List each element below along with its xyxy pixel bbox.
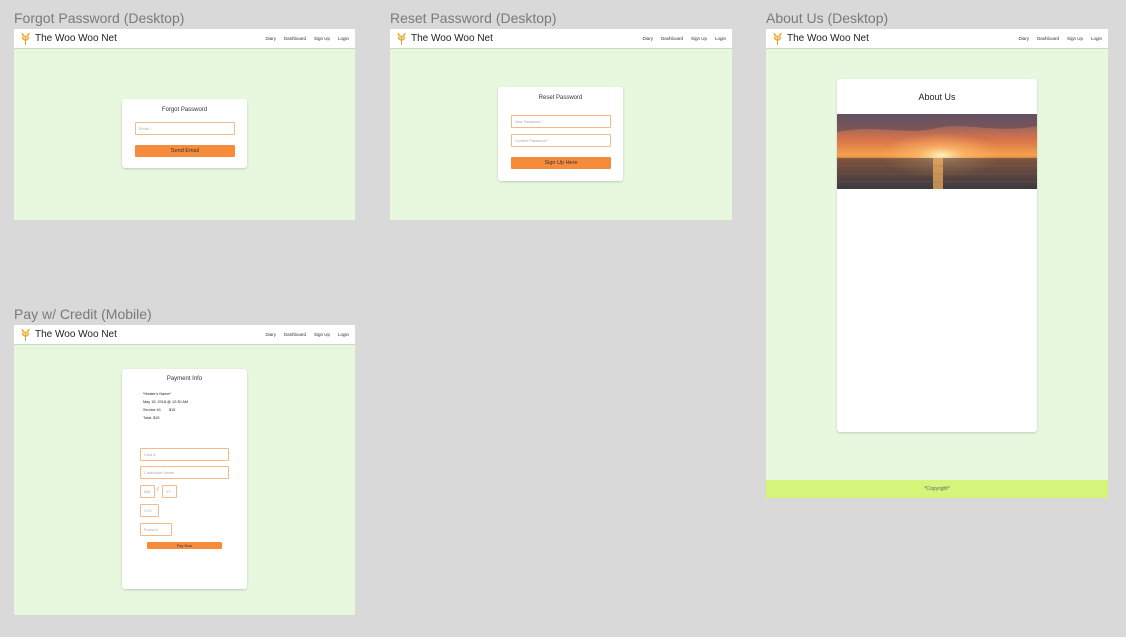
frame-title-forgot: Forgot Password (Desktop) [14, 10, 185, 26]
payment-card: Payment Info *Healer's Name* May 15, 201… [122, 369, 247, 589]
nav-links: Diary Dashboard Sign Up Login [265, 332, 349, 337]
footer: *Copyright* [766, 480, 1108, 498]
confirm-password-field[interactable]: Confirm Password * [511, 134, 611, 147]
expiry-year-field[interactable]: YY [162, 485, 177, 498]
frame-title-pay: Pay w/ Credit (Mobile) [14, 306, 152, 322]
logo[interactable]: The Woo Woo Net [772, 32, 869, 45]
wheat-logo-icon [397, 32, 406, 45]
sign-up-here-button[interactable]: Sign Up Here [511, 157, 611, 169]
wheat-logo-icon [21, 32, 30, 45]
brand-name: The Woo Woo Net [787, 33, 869, 44]
cardholder-name-field[interactable]: Cardholder Name [140, 466, 229, 479]
reset-password-card: Reset Password New Password * Confirm Pa… [498, 87, 623, 181]
brand-name: The Woo Woo Net [35, 33, 117, 44]
card-number-field[interactable]: Card # [140, 448, 229, 461]
card-title: About Us [918, 92, 956, 102]
email-field[interactable]: Email * [135, 122, 235, 135]
nav-sign-up[interactable]: Sign Up [314, 332, 330, 337]
logo[interactable]: The Woo Woo Net [396, 32, 493, 45]
pay-credit-frame: The Woo Woo Net Diary Dashboard Sign Up … [14, 325, 355, 615]
service-label: Service #1 [143, 408, 161, 412]
nav-links: Diary Dashboard Sign Up Login [1018, 36, 1102, 41]
nav-login[interactable]: Login [338, 332, 349, 337]
navbar: The Woo Woo Net Diary Dashboard Sign Up … [14, 29, 355, 49]
about-us-frame: The Woo Woo Net Diary Dashboard Sign Up … [766, 29, 1108, 498]
nav-links: Diary Dashboard Sign Up Login [265, 36, 349, 41]
nav-sign-up[interactable]: Sign Up [1067, 36, 1083, 41]
frame-title-about: About Us (Desktop) [766, 10, 889, 26]
appointment-datetime: May 15, 2018 @ 12:30 AM [143, 400, 189, 404]
nav-sign-up[interactable]: Sign Up [314, 36, 330, 41]
nav-dashboard[interactable]: Dashboard [1037, 36, 1059, 41]
reset-password-frame: The Woo Woo Net Diary Dashboard Sign Up … [390, 29, 732, 220]
postal-code-field[interactable]: Postal # [140, 523, 172, 536]
navbar: The Woo Woo Net Diary Dashboard Sign Up … [14, 325, 355, 345]
about-us-card: About Us [837, 79, 1037, 432]
cvv-field[interactable]: CVV [140, 504, 159, 517]
nav-diary[interactable]: Diary [642, 36, 653, 41]
nav-links: Diary Dashboard Sign Up Login [642, 36, 726, 41]
logo[interactable]: The Woo Woo Net [20, 32, 117, 45]
nav-dashboard[interactable]: Dashboard [661, 36, 683, 41]
new-password-field[interactable]: New Password * [511, 115, 611, 128]
nav-dashboard[interactable]: Dashboard [284, 332, 306, 337]
nav-diary[interactable]: Diary [1018, 36, 1029, 41]
nav-login[interactable]: Login [338, 36, 349, 41]
brand-name: The Woo Woo Net [411, 33, 493, 44]
wheat-logo-icon [773, 32, 782, 45]
expiry-month-field[interactable]: MM [140, 485, 155, 498]
nav-diary[interactable]: Diary [265, 332, 276, 337]
nav-login[interactable]: Login [715, 36, 726, 41]
frame-title-reset: Reset Password (Desktop) [390, 10, 557, 26]
nav-dashboard[interactable]: Dashboard [284, 36, 306, 41]
brand-name: The Woo Woo Net [35, 329, 117, 340]
card-title: Reset Password [538, 95, 583, 101]
healer-name: *Healer's Name* [143, 392, 171, 396]
sunset-image [837, 114, 1037, 189]
pay-now-button[interactable]: Pay Now [147, 542, 222, 549]
service-price: $15 [169, 408, 176, 412]
send-email-button[interactable]: Send Email [135, 145, 235, 157]
nav-diary[interactable]: Diary [265, 36, 276, 41]
nav-login[interactable]: Login [1091, 36, 1102, 41]
expiry-separator: / [157, 487, 159, 493]
logo[interactable]: The Woo Woo Net [20, 328, 117, 341]
wheat-logo-icon [21, 328, 30, 341]
forgot-password-frame: The Woo Woo Net Diary Dashboard Sign Up … [14, 29, 355, 220]
navbar: The Woo Woo Net Diary Dashboard Sign Up … [390, 29, 732, 49]
card-title: Forgot Password [161, 107, 208, 113]
card-title: Payment Info [166, 376, 203, 382]
navbar: The Woo Woo Net Diary Dashboard Sign Up … [766, 29, 1108, 49]
nav-sign-up[interactable]: Sign Up [691, 36, 707, 41]
total: Total: $15 [143, 416, 160, 420]
forgot-password-card: Forgot Password Email * Send Email [122, 99, 247, 168]
